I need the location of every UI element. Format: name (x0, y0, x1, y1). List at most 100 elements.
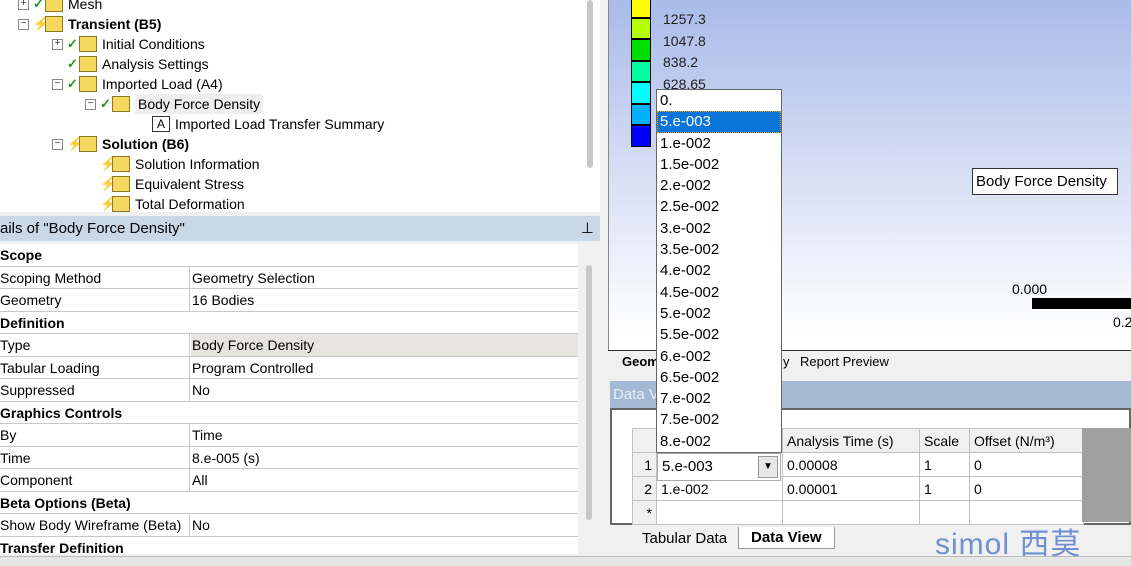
details-grid: Scope Scoping Method Geometry Selection Geo… (0, 244, 578, 554)
property-row[interactable]: Scoping Method Geometry Selection (0, 266, 578, 289)
property-row[interactable]: Time 8.e-005 (s) (0, 446, 578, 469)
lightning-icon: ⚡ (33, 16, 50, 31)
tree-item[interactable]: − ⚡ Solution (B6) (52, 134, 189, 154)
property-name: Scoping Method (0, 266, 190, 288)
dropdown-option[interactable]: 3.5e-002 (657, 239, 781, 260)
dropdown-option[interactable]: 1.5e-002 (657, 154, 781, 175)
tree-item-label: Solution (B6) (102, 136, 190, 152)
node-icon (112, 196, 130, 212)
tree-item[interactable]: + ✓ Mesh (18, 0, 102, 14)
property-row[interactable]: Tabular Loading Program Controlled (0, 356, 578, 379)
dropdown-option[interactable]: 0. (657, 90, 781, 111)
dropdown-option[interactable]: 4.e-002 (657, 260, 781, 281)
source-time-combobox[interactable]: 5.e-003 ▼ (657, 453, 781, 481)
property-row[interactable]: By Time (0, 424, 578, 447)
tree-scrollbar[interactable] (587, 0, 593, 168)
dropdown-option[interactable]: 3.e-002 (657, 218, 781, 239)
legend-color-band (631, 60, 651, 82)
tab-print-preview[interactable]: y (783, 354, 790, 369)
source-time-cell[interactable] (656, 500, 783, 525)
property-value[interactable]: Geometry Selection (192, 267, 315, 289)
property-value[interactable]: All (192, 469, 208, 491)
expander-icon[interactable]: − (52, 138, 63, 150)
dropdown-option[interactable]: 8.e-002 (657, 431, 781, 452)
property-row[interactable]: Type Body Force Density (0, 334, 578, 357)
tree-item[interactable]: − ✓ Body Force Density (85, 94, 264, 114)
analysis-time-cell[interactable] (782, 500, 920, 525)
dropdown-option[interactable]: 1.e-002 (657, 133, 781, 154)
property-name: Tabular Loading (0, 356, 190, 378)
property-row[interactable]: Show Body Wireframe (Beta) No (0, 514, 578, 537)
tree-item[interactable]: + ✓ Initial Conditions (52, 34, 205, 54)
tree-item[interactable]: ⚡ Equivalent Stress (85, 174, 244, 194)
dropdown-option[interactable]: 2.5e-002 (657, 196, 781, 217)
offset-cell[interactable] (969, 500, 1084, 525)
property-value[interactable]: 8.e-005 (s) (192, 447, 260, 469)
category-row: Scope (0, 244, 578, 267)
property-value[interactable]: Time (192, 424, 223, 446)
tree-item[interactable]: ⚡ Solution Information (85, 154, 260, 174)
property-value[interactable]: No (192, 514, 210, 536)
column-header: Analysis Time (s) (782, 428, 920, 453)
dropdown-option[interactable]: 6.e-002 (657, 346, 781, 367)
property-row[interactable]: Component All (0, 469, 578, 492)
tab-geometry[interactable]: Geom (622, 354, 659, 369)
property-value[interactable]: Program Controlled (192, 357, 313, 379)
dropdown-option[interactable]: 7.5e-002 (657, 409, 781, 430)
property-name: Type (0, 334, 190, 356)
tree-item-label: Imported Load Transfer Summary (175, 116, 385, 132)
source-time-dropdown[interactable]: 0. 5.e-003 1.e-002 1.5e-002 2.e-002 2.5e-002 3… (656, 89, 782, 453)
table-empty-area (1082, 428, 1131, 522)
legend-color-band (631, 82, 651, 104)
dropdown-option[interactable]: 5.e-002 (657, 303, 781, 324)
property-value[interactable]: Body Force Density (192, 334, 314, 356)
corner-cell (632, 428, 657, 453)
tree-item[interactable]: − ✓ Imported Load (A4) (52, 74, 223, 94)
expander-icon[interactable]: + (52, 38, 63, 50)
tab-data-view[interactable]: Data View (738, 527, 835, 549)
property-name: By (0, 424, 190, 446)
tree-item-label: Initial Conditions (102, 36, 205, 52)
node-icon (45, 0, 63, 12)
expander-icon[interactable]: − (18, 18, 29, 30)
expander-icon[interactable]: + (18, 0, 29, 10)
checkmark-icon: ✓ (67, 76, 78, 91)
scale-cell[interactable] (919, 500, 970, 525)
dropdown-option[interactable]: 6.5e-002 (657, 367, 781, 388)
analysis-time-cell[interactable]: 0.00008 (782, 452, 920, 477)
tree-item[interactable]: ⚡ Total Deformation (85, 194, 245, 212)
tree-item[interactable]: − ⚡ Transient (B5) (18, 14, 161, 34)
offset-cell[interactable]: 0 (969, 476, 1084, 501)
tree-item[interactable]: A Imported Load Transfer Summary (152, 114, 384, 134)
scale-cell[interactable]: 1 (919, 452, 970, 477)
property-row[interactable]: Geometry 16 Bodies (0, 289, 578, 312)
tab-tabular-data[interactable]: Tabular Data (642, 530, 727, 547)
category-row: Graphics Controls (0, 402, 578, 424)
node-icon (112, 156, 130, 172)
tree-item-label: Imported Load (A4) (102, 76, 223, 92)
scale-left-label: 0.000 (1012, 281, 1048, 297)
expander-icon[interactable]: − (52, 78, 63, 90)
property-value[interactable]: No (192, 379, 210, 401)
chevron-down-icon[interactable]: ▼ (758, 456, 778, 478)
category-row: Beta Options (Beta) (0, 492, 578, 514)
dropdown-option[interactable]: 2.e-002 (657, 175, 781, 196)
dropdown-option[interactable]: 7.e-002 (657, 388, 781, 409)
scale-cell[interactable]: 1 (919, 476, 970, 501)
tab-report-preview[interactable]: Report Preview (800, 354, 889, 369)
offset-cell[interactable]: 0 (969, 452, 1084, 477)
details-scrollbar[interactable] (586, 265, 592, 520)
dropdown-option[interactable]: 4.5e-002 (657, 282, 781, 303)
category-label: Definition (0, 314, 65, 331)
node-icon (79, 56, 97, 72)
node-icon (79, 76, 97, 92)
dropdown-option[interactable]: 5.e-003 (657, 111, 781, 133)
property-value[interactable]: 16 Bodies (192, 289, 254, 311)
property-row[interactable]: Suppressed No (0, 379, 578, 402)
table-row[interactable]: * (632, 500, 1084, 525)
expander-icon[interactable]: − (85, 98, 96, 110)
analysis-time-cell[interactable]: 0.00001 (782, 476, 920, 501)
dropdown-option[interactable]: 5.5e-002 (657, 324, 781, 345)
pin-icon[interactable]: ⊥ (581, 216, 594, 241)
tree-item[interactable]: ✓ Analysis Settings (52, 54, 209, 74)
